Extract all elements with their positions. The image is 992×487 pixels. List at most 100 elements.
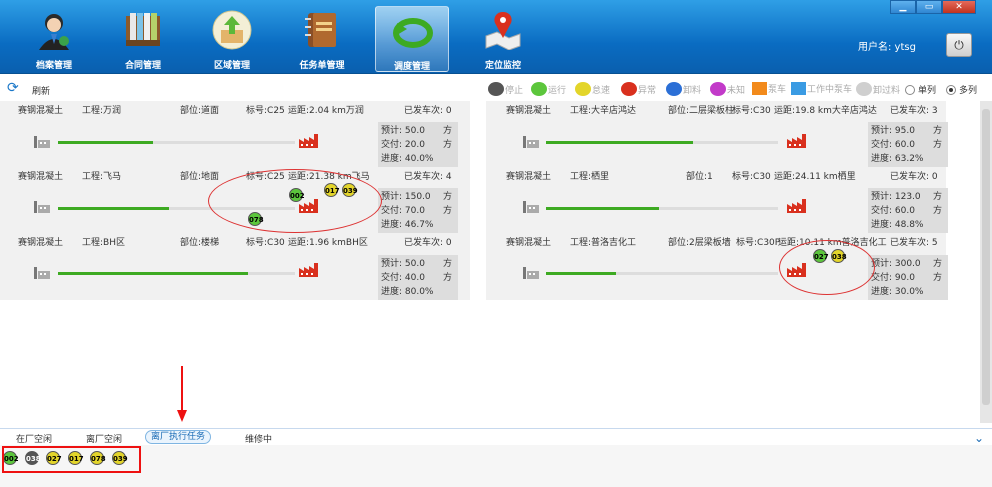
plan-line: 预计: 50.0 方 — [381, 124, 455, 138]
nav-location-label: 定位监控 — [484, 61, 521, 71]
nav-archive[interactable]: 档案管理 — [17, 6, 91, 72]
sent-count: 已发车次: 4 — [404, 172, 452, 182]
highlight-box — [2, 446, 141, 473]
window-controls: ▁ ▭ ✕ — [890, 0, 976, 14]
project: 工程:BH区 — [82, 238, 125, 248]
notebook-icon — [302, 10, 342, 50]
legend-label: 卸过料 — [873, 85, 901, 96]
unit: 方 — [932, 206, 942, 216]
task-info-box: 预计: 300.0 方 交付: 90.0 方 进度: 30.0% — [868, 255, 948, 300]
factory-icon — [787, 199, 806, 213]
bottom-tab-bar: 在厂空闲 离厂空闲 离厂执行任务 维修中 ⌄ — [0, 428, 992, 445]
progress-track — [546, 272, 778, 275]
tab-under-repair[interactable]: 维修中 — [245, 432, 272, 445]
plan-line: 预计: 300.0 方 — [871, 257, 945, 271]
task-info-box: 预计: 150.0 方 交付: 70.0 方 进度: 46.7% — [378, 188, 458, 233]
task-info-box: 预计: 123.0 方 交付: 60.0 方 进度: 48.8% — [868, 188, 948, 233]
delivered: 交付: 20.0 — [381, 140, 425, 150]
progress-text: 进度: 46.7% — [381, 220, 434, 230]
grade: 标号:C30 — [732, 172, 771, 182]
highlight-oval — [779, 240, 875, 295]
user-name: 用户名: ytsg — [858, 42, 916, 53]
legend-unload: 卸料 — [666, 82, 701, 96]
plant-icon — [34, 201, 50, 213]
working-pump-square-icon — [791, 82, 806, 95]
power-icon[interactable]: ⏻ — [946, 33, 972, 57]
sent-count: 已发车次: 0 — [404, 106, 452, 116]
refresh-icon[interactable]: ⟳ — [7, 80, 19, 96]
grade: 标号:C30P — [736, 238, 781, 248]
unit: 方 — [932, 126, 942, 136]
nav-dispatch-label: 调度管理 — [393, 62, 430, 72]
tab-idle-in-plant[interactable]: 在厂空闲 — [16, 432, 52, 445]
nav-archive-label: 档案管理 — [35, 61, 72, 71]
scrollbar-thumb[interactable] — [982, 109, 990, 405]
tab-executing-task[interactable]: 离厂执行任务 — [145, 430, 212, 444]
progress-text: 进度: 48.8% — [871, 220, 924, 230]
plan: 预计: 95.0 — [871, 126, 915, 136]
company: 赛钢混凝土 — [506, 172, 552, 182]
grade: 标号:C30 — [246, 238, 285, 248]
progress-track — [546, 141, 778, 144]
progress-fill — [546, 272, 616, 275]
plant-icon — [523, 201, 539, 213]
unit: 方 — [932, 140, 942, 150]
plant-icon — [523, 136, 539, 148]
plan-line: 预计: 95.0 方 — [871, 124, 945, 138]
company: 赛钢混凝土 — [506, 106, 552, 116]
plan: 预计: 150.0 — [381, 192, 431, 202]
factory-icon — [299, 134, 318, 148]
view-multi-radio[interactable]: 多列 — [946, 83, 977, 96]
map-pin-icon — [483, 10, 523, 51]
legend-label: 未知 — [727, 85, 746, 96]
progress-line: 进度: 48.8% — [871, 218, 945, 232]
grade: 标号:C30 — [732, 106, 771, 116]
delivered: 交付: 60.0 — [871, 140, 915, 150]
unit: 方 — [442, 273, 452, 283]
plan-line: 预计: 150.0 方 — [381, 190, 455, 204]
plant-icon — [34, 136, 50, 148]
plan: 预计: 300.0 — [871, 259, 921, 269]
task-row[interactable]: 赛钢混凝土 工程:BH区 部位:楼梯 标号:C30 运距:1.96 kmBH区 … — [0, 233, 470, 300]
legend-label: 运行 — [548, 85, 567, 96]
progress-track — [546, 207, 778, 210]
maximize-button[interactable]: ▭ — [916, 0, 942, 14]
task-row[interactable]: 赛钢混凝土 工程:万润 部位:道面 标号:C25 运距:2.04 km万润 已发… — [0, 101, 470, 167]
progress-fill — [58, 272, 248, 275]
tab-idle-out-plant[interactable]: 离厂空闲 — [86, 432, 122, 445]
view-multi-label: 多列 — [959, 86, 978, 96]
vertical-scrollbar[interactable] — [980, 101, 992, 423]
nav-dispatch[interactable]: 调度管理 — [375, 6, 449, 72]
refresh-button[interactable]: 刷新 — [32, 84, 50, 97]
progress-fill — [58, 141, 153, 144]
nav-region[interactable]: 区域管理 — [195, 6, 269, 72]
task-row[interactable]: 赛钢混凝土 工程:栖里 部位:1 标号:C30 运距:24.11 km栖里 已发… — [486, 167, 948, 233]
unit: 方 — [442, 140, 452, 150]
chevron-down-icon[interactable]: ⌄ — [974, 431, 984, 445]
plan-line: 预计: 123.0 方 — [871, 190, 945, 204]
task-row[interactable]: 赛钢混凝土 工程:普洛吉化工 部位:2层梁板墙 标号:C30P 运距:10.11… — [486, 233, 948, 300]
task-row[interactable]: 赛钢混凝土 工程:大辛店鸿达 部位:二层梁板柱 标号:C30 运距:19.8 k… — [486, 101, 948, 167]
company: 赛钢混凝土 — [506, 238, 552, 248]
progress-line: 进度: 80.0% — [381, 285, 455, 299]
legend-label: 工作中泵车 — [807, 85, 853, 95]
view-single-radio[interactable]: 单列 — [905, 83, 936, 96]
close-button[interactable]: ✕ — [942, 0, 976, 14]
pump-square-icon — [752, 82, 767, 95]
grade: 标号:C25 — [246, 106, 285, 116]
distance: 运距:2.04 km万润 — [288, 106, 364, 116]
nav-task-order[interactable]: 任务单管理 — [285, 6, 359, 72]
delivered-line: 交付: 40.0 方 — [381, 271, 455, 285]
plan: 预计: 50.0 — [381, 259, 425, 269]
run-dot-icon — [531, 82, 547, 96]
nav-contract[interactable]: 合同管理 — [106, 6, 180, 72]
unit: 方 — [442, 206, 452, 216]
bottom-truck-strip: 002 038 027 017 078 039 — [0, 445, 992, 487]
delivered-line: 交付: 20.0 方 — [381, 138, 455, 152]
nav-location[interactable]: 定位监控 — [466, 6, 540, 72]
progress-line: 进度: 40.0% — [381, 152, 455, 166]
company: 赛钢混凝土 — [18, 172, 64, 182]
minimize-button[interactable]: ▁ — [890, 0, 916, 14]
project: 工程:飞马 — [82, 172, 122, 182]
task-info-box: 预计: 50.0 方 交付: 40.0 方 进度: 80.0% — [378, 255, 458, 300]
